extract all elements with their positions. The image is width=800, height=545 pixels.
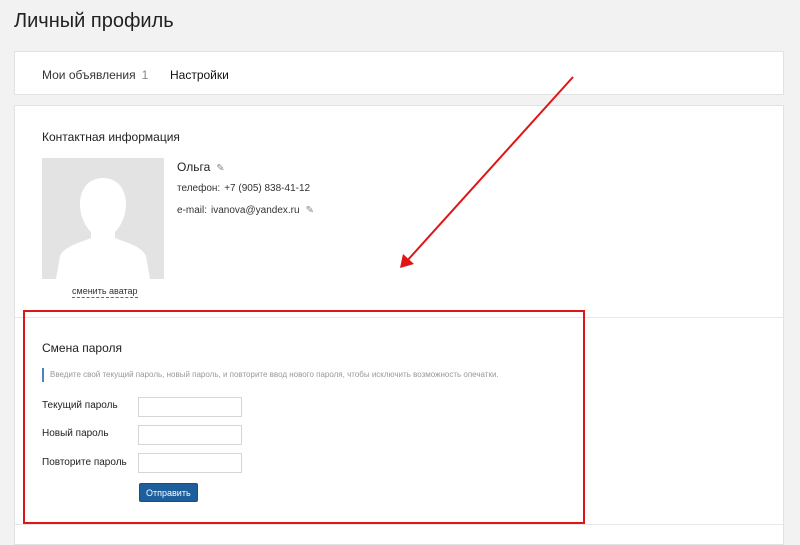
current-password-input[interactable] <box>138 397 242 417</box>
current-password-label: Текущий пароль <box>42 400 118 411</box>
repeat-password-input[interactable] <box>138 453 242 473</box>
pencil-icon[interactable]: ✎ <box>216 163 224 174</box>
password-hint: Введите свой текущий пароль, новый парол… <box>42 368 499 382</box>
profile-name-value: Ольга <box>177 160 211 174</box>
submit-button[interactable]: Отправить <box>139 483 198 502</box>
tab-my-ads[interactable]: Мои объявления 1 <box>42 68 148 82</box>
password-section-title: Смена пароля <box>42 341 122 355</box>
tab-settings[interactable]: Настройки <box>170 68 229 82</box>
page-title: Личный профиль <box>14 10 174 32</box>
contacts-section-title: Контактная информация <box>42 130 180 144</box>
phone-label: телефон: <box>177 183 221 194</box>
change-avatar-link[interactable]: сменить аватар <box>72 286 138 298</box>
section-divider <box>15 317 783 318</box>
repeat-password-label: Повторите пароль <box>42 457 127 468</box>
pencil-icon[interactable]: ✎ <box>306 205 314 216</box>
email-row: e-mail: ivanova@yandex.ru ✎ <box>177 205 314 216</box>
phone-value: +7 (905) 838-41-12 <box>224 183 311 194</box>
profile-card: Контактная информация сменить аватар Оль… <box>14 105 784 545</box>
email-value: ivanova@yandex.ru <box>211 205 300 216</box>
new-password-input[interactable] <box>138 425 242 445</box>
phone-row: телефон: +7 (905) 838-41-12 <box>177 183 310 194</box>
tabs-bar: Мои объявления 1 Настройки <box>14 51 784 95</box>
avatar <box>42 158 164 279</box>
user-silhouette-icon <box>42 158 164 279</box>
new-password-label: Новый пароль <box>42 428 109 439</box>
tab-my-ads-label: Мои объявления <box>42 68 136 82</box>
section-divider <box>15 524 783 525</box>
tab-my-ads-count: 1 <box>141 68 149 82</box>
email-label: e-mail: <box>177 205 208 216</box>
profile-name: Ольга ✎ <box>177 160 225 174</box>
